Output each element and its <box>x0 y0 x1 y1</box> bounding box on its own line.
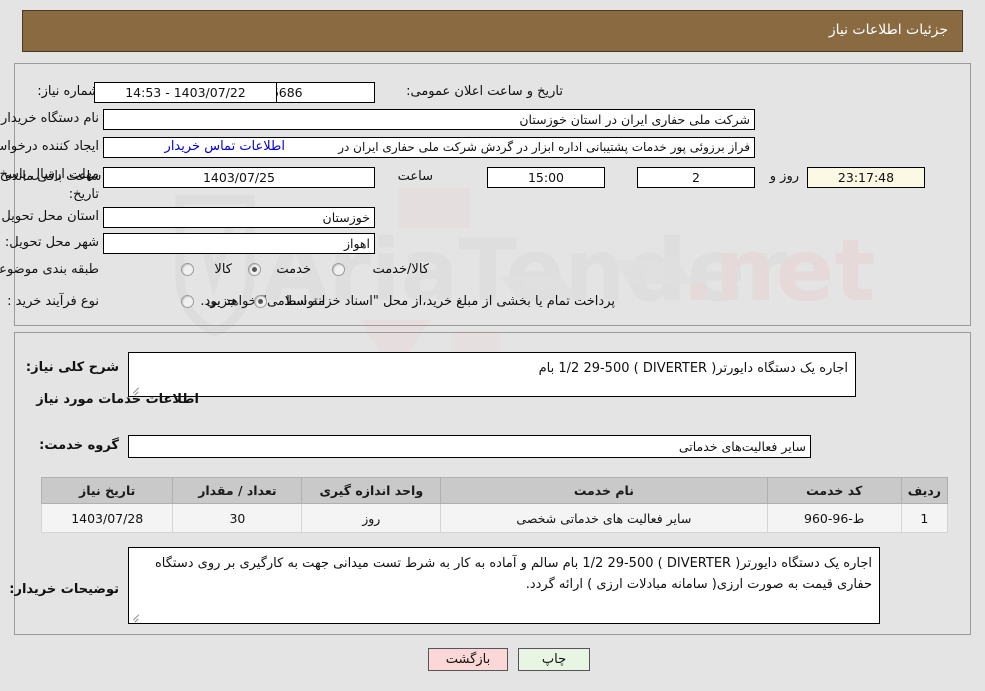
hour-field[interactable]: 15:00 <box>487 167 605 188</box>
classification-option-0-label: کالا <box>214 262 232 277</box>
radio-purchase-type-motevaset[interactable] <box>254 295 267 308</box>
radio-purchase-type-jozei[interactable] <box>181 295 194 308</box>
cell-qty: 30 <box>172 503 303 533</box>
deadline-date-field[interactable]: 1403/07/25 <box>103 167 375 188</box>
general-desc-text: اجاره یک دستگاه دایورتر( DIVERTER ) 1/2 … <box>538 361 848 376</box>
table-header-row: ردیف کد خدمت نام خدمت واحد اندازه گیری ت… <box>40 477 949 504</box>
buyer-notes-text: اجاره یک دستگاه دایورتر( DIVERTER ) 1/2 … <box>154 556 872 592</box>
countdown-field: 23:17:48 <box>807 167 925 188</box>
days-field[interactable]: 2 <box>637 167 755 188</box>
classification-option-1-label: خدمت <box>276 262 311 277</box>
th-row: ردیف <box>900 477 949 504</box>
general-desc-textarea[interactable]: اجاره یک دستگاه دایورتر( DIVERTER ) 1/2 … <box>128 352 856 397</box>
province-label: استان محل تحویل: <box>0 209 99 224</box>
radio-classification-kala[interactable] <box>181 263 194 276</box>
cell-unit: روز <box>301 503 442 533</box>
table-row[interactable]: 1 ط-96-960 سایر فعالیت های خدماتی شخصی ر… <box>40 503 949 533</box>
cell-name: سایر فعالیت های خدماتی شخصی <box>440 503 768 533</box>
services-table: ردیف کد خدمت نام خدمت واحد اندازه گیری ت… <box>40 477 949 533</box>
announce-datetime-field[interactable]: 1403/07/22 - 14:53 <box>94 82 277 103</box>
page-root: AriaTender .net جزئیات اطلاعات نیاز شمار… <box>0 0 985 691</box>
purchase-type-label: نوع فرآیند خرید : <box>7 294 99 309</box>
countdown-label: ساعت باقی مانده <box>5 169 102 184</box>
announce-datetime-label: تاریخ و ساعت اعلان عمومی: <box>406 84 563 99</box>
need-number-label: شماره نیاز: <box>37 84 99 99</box>
back-button[interactable]: بازگشت <box>428 648 508 671</box>
cell-row: 1 <box>900 503 949 533</box>
buyer-contact-link[interactable]: اطلاعات تماس خریدار <box>126 139 285 154</box>
service-group-field[interactable]: سایر فعالیت‌های خدماتی <box>128 435 811 458</box>
th-qty: تعداد / مقدار <box>172 477 303 504</box>
services-section-title: اطلاعات خدمات مورد نیاز <box>36 392 199 407</box>
classification-label: طبقه بندی موضوعی: <box>0 262 99 277</box>
radio-classification-khedmat[interactable] <box>248 263 261 276</box>
deadline-label-line2: تاریخ: <box>68 187 99 202</box>
city-label: شهر محل تحویل: <box>4 235 99 250</box>
print-button[interactable]: چاپ <box>518 648 590 671</box>
buyer-notes-label: توضیحات خریدار: <box>9 582 119 597</box>
classification-option-2-label: کالا/خدمت <box>372 262 429 277</box>
th-name: نام خدمت <box>440 477 768 504</box>
th-code: کد خدمت <box>766 477 902 504</box>
radio-classification-kala-khedmat[interactable] <box>332 263 345 276</box>
resize-grip-icon[interactable] <box>131 612 141 622</box>
days-label: روز و <box>769 169 799 184</box>
buyer-org-field[interactable]: شرکت ملی حفاری ایران در استان خوزستان <box>103 109 755 130</box>
th-unit: واحد اندازه گیری <box>301 477 442 504</box>
page-title: جزئیات اطلاعات نیاز <box>828 22 948 38</box>
hour-label: ساعت <box>397 169 433 184</box>
city-field[interactable]: اهواز <box>103 233 375 254</box>
province-field[interactable]: خوزستان <box>103 207 375 228</box>
th-date: تاریخ نیاز <box>40 477 174 504</box>
header-bar: جزئیات اطلاعات نیاز <box>22 10 963 52</box>
requester-label: ایجاد کننده درخواست: <box>0 139 99 154</box>
general-desc-label: شرح کلی نیاز: <box>25 360 119 375</box>
cell-date: 1403/07/28 <box>40 503 174 533</box>
buyer-org-label: نام دستگاه خریدار: <box>0 111 99 126</box>
buyer-notes-textarea[interactable]: اجاره یک دستگاه دایورتر( DIVERTER ) 1/2 … <box>128 547 880 624</box>
cell-code: ط-96-960 <box>766 503 902 533</box>
service-group-label: گروه خدمت: <box>39 438 119 453</box>
